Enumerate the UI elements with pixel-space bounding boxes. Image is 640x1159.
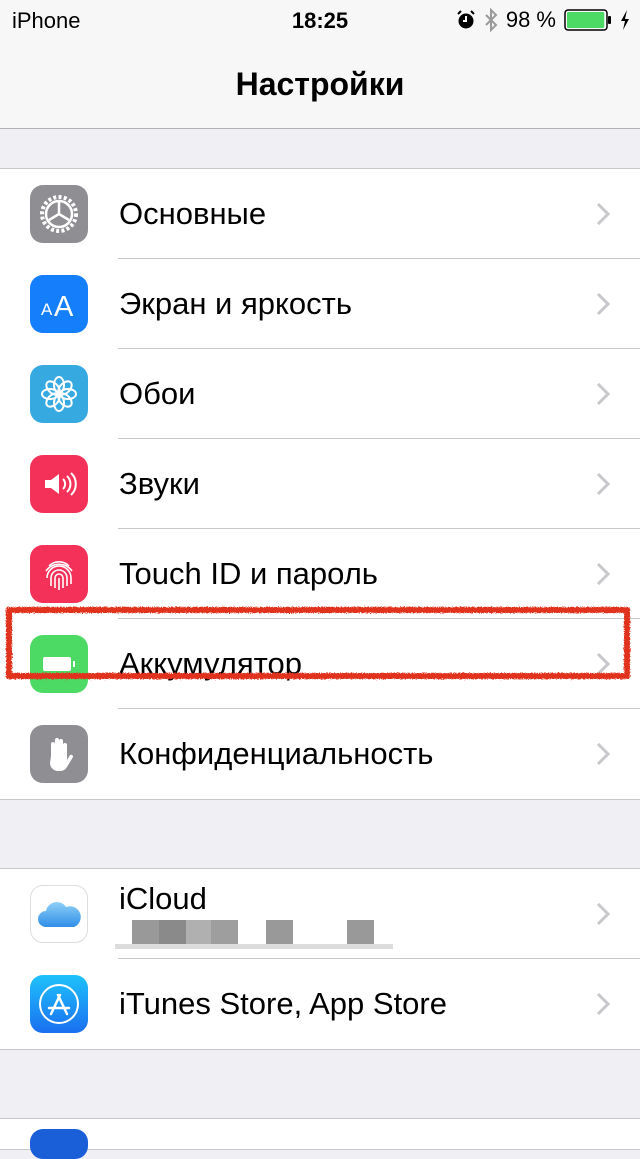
text-size-icon: AA <box>30 275 88 333</box>
settings-item-display[interactable]: AA Экран и яркость <box>0 259 640 349</box>
item-label: Конфиденциальность <box>119 736 434 771</box>
chevron-right-icon <box>596 742 610 766</box>
settings-item-privacy[interactable]: Конфиденциальность <box>0 709 640 799</box>
item-label: Основные <box>119 196 267 231</box>
item-label: Звуки <box>119 466 200 501</box>
status-bar: iPhone 18:25 98 % <box>0 0 640 42</box>
fingerprint-icon <box>30 545 88 603</box>
navigation-bar: Настройки <box>0 42 640 129</box>
flower-icon <box>30 365 88 423</box>
bluetooth-icon <box>485 8 498 32</box>
redacted-account-subtitle <box>115 920 393 949</box>
chevron-right-icon <box>596 202 610 226</box>
settings-group-1: Основные AA Экран и яркость Обои Звуки T… <box>0 168 640 800</box>
chevron-right-icon <box>596 902 610 926</box>
page-title: Настройки <box>235 66 405 102</box>
chevron-right-icon <box>596 992 610 1016</box>
settings-item-wallpaper[interactable]: Обои <box>0 349 640 439</box>
svg-text:A: A <box>41 300 53 319</box>
speaker-icon <box>30 455 88 513</box>
settings-item-general[interactable]: Основные <box>0 169 640 259</box>
item-label: Обои <box>119 376 196 411</box>
alarm-icon <box>457 10 475 29</box>
chevron-right-icon <box>596 292 610 316</box>
svg-text:A: A <box>54 291 74 322</box>
hand-icon <box>30 725 88 783</box>
settings-item-battery[interactable]: Аккумулятор <box>0 619 640 709</box>
settings-group-2: iCloud iTunes Store, App Store <box>0 868 640 1050</box>
settings-item-touch-id[interactable]: Touch ID и пароль <box>0 529 640 619</box>
battery-icon <box>564 9 611 31</box>
chevron-right-icon <box>596 652 610 676</box>
battery-percent: 98 % <box>505 7 556 32</box>
item-label: Экран и яркость <box>119 286 353 321</box>
gear-icon <box>30 185 88 243</box>
app-icon-partial <box>30 1129 88 1159</box>
cloud-icon <box>30 885 88 943</box>
settings-item-itunes-app-store[interactable]: iTunes Store, App Store <box>0 959 640 1049</box>
charging-bolt-icon <box>621 10 629 30</box>
item-label: iCloud <box>119 881 207 916</box>
chevron-right-icon <box>596 472 610 496</box>
app-store-icon <box>30 975 88 1033</box>
settings-group-3 <box>0 1118 640 1159</box>
item-label: Touch ID и пароль <box>119 556 378 591</box>
chevron-right-icon <box>596 562 610 586</box>
battery-icon <box>30 635 88 693</box>
item-label: Аккумулятор <box>119 646 302 681</box>
status-indicators: 98 % <box>456 7 630 33</box>
chevron-right-icon <box>596 382 610 406</box>
item-label: iTunes Store, App Store <box>119 986 447 1021</box>
settings-item-sounds[interactable]: Звуки <box>0 439 640 529</box>
